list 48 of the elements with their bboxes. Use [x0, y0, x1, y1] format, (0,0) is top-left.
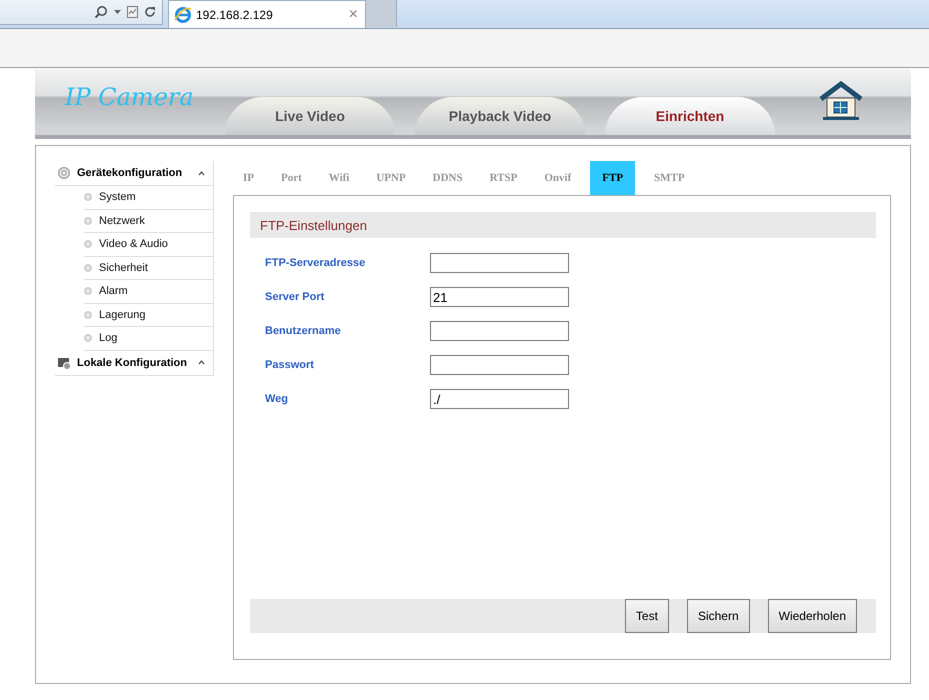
search-icon[interactable] — [94, 5, 108, 19]
field-label: FTP-Serveradresse — [264, 257, 366, 269]
sidebar-item[interactable]: Log — [84, 327, 214, 350]
input-field[interactable]: ./ — [430, 389, 569, 409]
home-icon[interactable] — [817, 81, 865, 121]
settings-tab[interactable]: FTP — [590, 161, 636, 195]
input-field[interactable] — [430, 321, 569, 341]
refresh-icon[interactable] — [144, 6, 156, 18]
bullet-icon — [84, 334, 92, 342]
nav-tab[interactable]: Einrichten — [605, 97, 775, 135]
input-field[interactable]: 21 — [430, 287, 569, 307]
bullet-icon — [84, 193, 92, 202]
tab-title: 192.168.2.129 — [196, 8, 274, 22]
close-tab-button[interactable]: × — [348, 6, 360, 24]
input-field[interactable] — [430, 355, 569, 375]
section-title: FTP-Einstellungen — [260, 218, 367, 232]
sidebar-group[interactable]: Lokale Konfiguration — [55, 350, 214, 376]
action-button[interactable]: Test — [624, 599, 669, 633]
action-button[interactable]: Wiederholen — [768, 599, 857, 633]
bullet-icon — [84, 310, 92, 319]
bullet-icon — [84, 240, 92, 248]
gear-icon — [57, 166, 71, 180]
sidebar-item[interactable]: Video & Audio — [84, 233, 214, 256]
browser-tab[interactable]: 192.168.2.129 × — [168, 0, 366, 28]
action-button[interactable]: Sichern — [686, 599, 750, 633]
nav-tab[interactable]: Playback Video — [415, 97, 585, 135]
field-label: Passwort — [264, 359, 315, 371]
logo: IP Camera — [65, 83, 194, 111]
sidebar-item[interactable]: System — [84, 186, 214, 210]
input-field[interactable] — [430, 253, 569, 273]
compatibility-icon[interactable] — [127, 6, 138, 18]
field-label: Weg — [264, 393, 290, 405]
browser-logo-icon — [174, 6, 192, 24]
field-label: Benutzername — [264, 325, 342, 337]
field-label: Server Port — [264, 291, 326, 303]
dropdown-icon[interactable] — [114, 10, 121, 14]
caret-icon — [198, 360, 205, 365]
bullet-icon — [84, 264, 92, 272]
sidebar-item[interactable]: Netzwerk — [84, 210, 214, 233]
caret-icon — [198, 170, 205, 176]
bullet-icon — [84, 216, 92, 225]
sidebar-group[interactable]: Gerätekonfiguration — [55, 161, 214, 186]
nav-tab[interactable]: Live Video — [225, 97, 395, 135]
sidebar-item[interactable]: Sicherheit — [84, 256, 214, 280]
bullet-icon — [84, 287, 92, 296]
sidebar-item[interactable]: Alarm — [84, 280, 214, 304]
sidebar-item[interactable]: Lagerung — [84, 304, 214, 327]
monitor-icon — [57, 356, 71, 370]
